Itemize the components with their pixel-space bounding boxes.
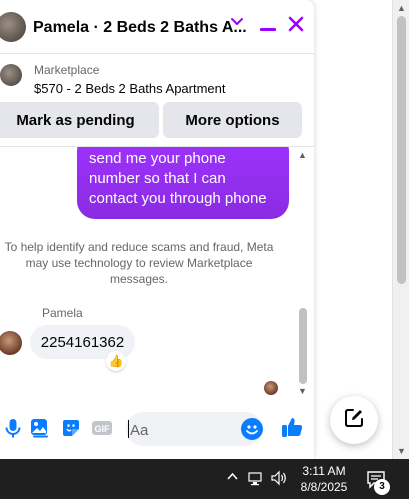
page-background	[314, 0, 392, 459]
scroll-down-arrow-icon[interactable]: ▼	[397, 446, 406, 456]
show-hidden-icons-icon[interactable]	[226, 470, 239, 486]
page-scrollbar[interactable]: ▲ ▼	[392, 0, 409, 459]
text-cursor	[128, 420, 129, 438]
more-options-button[interactable]: More options	[163, 102, 302, 138]
listing-thumbnail[interactable]	[0, 64, 22, 86]
photo-icon[interactable]	[28, 417, 50, 439]
volume-icon[interactable]	[270, 470, 288, 486]
message-input-placeholder: Aa	[130, 422, 149, 439]
new-message-button[interactable]	[330, 396, 378, 444]
listing-title[interactable]: $570 - 2 Beds 2 Baths Apartment	[34, 81, 226, 96]
network-icon[interactable]	[248, 472, 264, 486]
safety-notice: To help identify and reduce scams and fr…	[4, 240, 274, 286]
notification-count-badge: 3	[374, 479, 390, 495]
conversation-avatar[interactable]	[0, 12, 26, 42]
scroll-up-arrow-icon[interactable]: ▲	[298, 150, 307, 160]
sticker-icon[interactable]	[60, 417, 82, 439]
chat-window: Pamela · 2 Beds 2 Baths A... Marketplace…	[0, 0, 314, 459]
minimize-icon[interactable]	[260, 28, 276, 31]
microphone-icon[interactable]	[2, 417, 24, 439]
mark-as-pending-button[interactable]: Mark as pending	[0, 102, 159, 138]
taskbar-clock[interactable]: 3:11 AM 8/8/2025	[298, 463, 350, 495]
marketplace-label: Marketplace	[34, 63, 100, 77]
message-list: send me your phone number so that I can …	[0, 147, 314, 398]
svg-text:GIF: GIF	[95, 424, 111, 434]
compose-icon	[343, 407, 365, 434]
thumbs-up-reaction-icon[interactable]: 👍	[106, 351, 126, 371]
page-scrollbar-thumb[interactable]	[397, 16, 406, 284]
scroll-up-arrow-icon[interactable]: ▲	[397, 3, 406, 13]
sender-name: Pamela	[42, 306, 83, 320]
close-icon[interactable]	[286, 14, 306, 34]
emoji-icon[interactable]	[241, 418, 263, 440]
chat-title[interactable]: Pamela · 2 Beds 2 Baths A...	[33, 19, 247, 37]
clock-time: 3:11 AM	[302, 464, 346, 478]
thumbs-up-icon[interactable]	[280, 415, 304, 439]
gif-icon[interactable]: GIF	[91, 417, 113, 439]
sender-avatar[interactable]	[0, 331, 22, 355]
chevron-down-icon[interactable]	[230, 14, 244, 33]
chat-header: Pamela · 2 Beds 2 Baths A...	[0, 0, 314, 54]
message-scrollbar[interactable]: ▲ ▼	[297, 150, 309, 396]
message-scrollbar-thumb[interactable]	[299, 308, 307, 384]
seen-indicator-avatar	[264, 381, 278, 395]
clock-date: 8/8/2025	[300, 480, 348, 494]
scroll-down-arrow-icon[interactable]: ▼	[298, 386, 307, 396]
outgoing-message-bubble: send me your phone number so that I can …	[77, 147, 289, 219]
